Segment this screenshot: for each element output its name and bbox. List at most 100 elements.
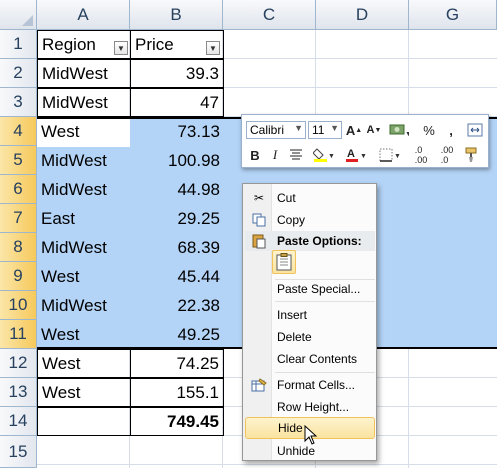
row-header-13[interactable]: 13 bbox=[0, 378, 37, 407]
column-header-d[interactable]: D bbox=[316, 0, 409, 30]
chevron-down-icon: ▼ bbox=[294, 123, 303, 133]
cell-price[interactable]: 73.13 bbox=[130, 117, 224, 146]
cell-region[interactable]: West bbox=[37, 349, 131, 378]
cell-price[interactable]: 39.3 bbox=[130, 59, 224, 88]
cell-empty[interactable] bbox=[37, 407, 131, 436]
cell-region[interactable]: West bbox=[37, 262, 131, 291]
menu-item-insert[interactable]: Insert bbox=[245, 304, 375, 326]
scissors-icon: ✂ bbox=[253, 191, 265, 205]
italic-icon[interactable]: I bbox=[268, 146, 282, 164]
chevron-down-icon: ▼ bbox=[330, 123, 339, 133]
row-header-1[interactable]: 1 bbox=[0, 30, 37, 59]
menu-item-format-cells[interactable]: Format Cells... bbox=[245, 374, 375, 396]
merge-center-icon[interactable] bbox=[466, 121, 484, 139]
menu-label-hide: Hide bbox=[278, 421, 303, 435]
column-header-b[interactable]: B bbox=[130, 0, 223, 30]
mini-toolbar: Calibri ▼ 11 ▼ A ▲ A ▼ ▼ % , B I ▼ A ▼ ▼ .0… bbox=[241, 114, 489, 168]
menu-label-paste-special: Paste Special... bbox=[277, 282, 361, 296]
borders-icon[interactable]: ▼ bbox=[378, 146, 402, 164]
filter-dropdown-icon[interactable]: ▼ bbox=[114, 41, 128, 55]
select-all-corner[interactable] bbox=[0, 0, 37, 30]
bold-icon[interactable]: B bbox=[248, 146, 262, 164]
menu-item-row-height[interactable]: Row Height... bbox=[245, 396, 375, 418]
cell-price[interactable]: 29.25 bbox=[130, 204, 224, 233]
row-header-4[interactable]: 4 bbox=[0, 117, 37, 146]
column-header-a[interactable]: A bbox=[37, 0, 130, 30]
row-header-7[interactable]: 7 bbox=[0, 204, 37, 233]
menu-label-cut: Cut bbox=[277, 191, 296, 205]
cell-region[interactable]: West bbox=[37, 320, 131, 349]
cell-region[interactable]: MidWest bbox=[37, 59, 131, 88]
font-size-box[interactable]: 11 ▼ bbox=[308, 121, 342, 139]
cell-price[interactable]: 45.44 bbox=[130, 262, 224, 291]
paste-keep-formatting-button[interactable] bbox=[272, 250, 296, 274]
menu-label-insert: Insert bbox=[277, 308, 308, 322]
cell-price[interactable]: 22.38 bbox=[130, 291, 224, 320]
menu-item-cut[interactable]: ✂ Cut bbox=[245, 187, 375, 209]
row-header-12[interactable]: 12 bbox=[0, 349, 37, 378]
cell-price[interactable]: 49.25 bbox=[130, 320, 224, 349]
cell-price[interactable]: 74.25 bbox=[130, 349, 224, 378]
cell-price[interactable]: 100.98 bbox=[130, 146, 224, 175]
font-color-icon[interactable]: A ▼ bbox=[344, 146, 368, 164]
menu-item-copy[interactable]: Copy bbox=[245, 209, 375, 231]
cell-price[interactable]: 47 bbox=[130, 88, 224, 117]
shrink-font-icon[interactable]: A ▼ bbox=[366, 121, 382, 139]
comma-style-icon[interactable]: , bbox=[444, 121, 458, 139]
decrease-decimal-icon[interactable]: .00.0 bbox=[436, 145, 458, 165]
menu-label-row-height: Row Height... bbox=[277, 400, 350, 414]
row-header-11[interactable]: 11 bbox=[0, 320, 37, 349]
menu-separator bbox=[275, 372, 375, 373]
column-header-c[interactable]: C bbox=[223, 0, 316, 30]
cell-region[interactable]: MidWest bbox=[37, 291, 131, 320]
paste-options-header: Paste Options: bbox=[245, 231, 375, 251]
fill-color-icon[interactable]: ▼ bbox=[312, 146, 336, 164]
row-header-6[interactable]: 6 bbox=[0, 175, 37, 204]
center-align-icon[interactable] bbox=[288, 146, 304, 164]
filter-dropdown-icon[interactable]: ▼ bbox=[206, 41, 220, 55]
column-header-g[interactable]: G bbox=[409, 0, 497, 30]
increase-decimal-icon[interactable]: .0.00 bbox=[410, 145, 432, 165]
svg-text:▼: ▼ bbox=[394, 153, 401, 160]
menu-label-delete: Delete bbox=[277, 330, 312, 344]
cell-price[interactable]: 155.1 bbox=[130, 378, 224, 407]
row-header-3[interactable]: 3 bbox=[0, 88, 37, 117]
menu-item-delete[interactable]: Delete bbox=[245, 326, 375, 348]
cell-region[interactable]: West bbox=[37, 117, 131, 146]
font-name-value: Calibri bbox=[250, 123, 285, 137]
cell-region[interactable]: MidWest bbox=[37, 146, 131, 175]
row-header-14[interactable]: 14 bbox=[0, 407, 37, 436]
menu-item-paste-special[interactable]: Paste Special... bbox=[245, 278, 375, 300]
total-cell[interactable]: 749.45 bbox=[130, 407, 224, 436]
svg-text:▼: ▼ bbox=[328, 153, 335, 160]
row-header-8[interactable]: 8 bbox=[0, 233, 37, 262]
row-header-2[interactable]: 2 bbox=[0, 59, 37, 88]
cell-region[interactable]: West bbox=[37, 378, 131, 407]
cell-region[interactable]: East bbox=[37, 204, 131, 233]
svg-text:▼: ▼ bbox=[405, 131, 409, 137]
row-header-9[interactable]: 9 bbox=[0, 262, 37, 291]
menu-label-clear-contents: Clear Contents bbox=[277, 352, 358, 366]
clipboard-icon bbox=[276, 253, 292, 271]
row-header-10[interactable]: 10 bbox=[0, 291, 37, 320]
cell-price[interactable]: 68.39 bbox=[130, 233, 224, 262]
cell-region[interactable]: MidWest bbox=[37, 88, 131, 117]
menu-separator bbox=[275, 301, 375, 302]
font-name-box[interactable]: Calibri ▼ bbox=[246, 121, 306, 139]
paste-options-label: Paste Options: bbox=[277, 234, 362, 248]
menu-label-format-cells: Format Cells... bbox=[277, 378, 356, 392]
context-menu: ✂ Cut Copy Paste Options: Paste Special.… bbox=[242, 183, 377, 461]
menu-item-clear-contents[interactable]: Clear Contents bbox=[245, 348, 375, 370]
header-region-label: Region bbox=[42, 34, 96, 54]
mouse-pointer-icon bbox=[304, 424, 318, 450]
format-painter-icon[interactable] bbox=[462, 146, 482, 164]
cell-region[interactable]: MidWest bbox=[37, 233, 131, 262]
cell-region[interactable]: MidWest bbox=[37, 175, 131, 204]
row-header-5[interactable]: 5 bbox=[0, 146, 37, 175]
cell-price[interactable]: 44.98 bbox=[130, 175, 224, 204]
grow-font-icon[interactable]: A ▲ bbox=[346, 121, 362, 139]
svg-text:▼: ▼ bbox=[360, 153, 367, 160]
row-header-15[interactable]: 15 bbox=[0, 436, 37, 468]
accounting-format-icon[interactable]: ▼ bbox=[388, 121, 410, 139]
percent-style-icon[interactable]: % bbox=[422, 121, 436, 139]
